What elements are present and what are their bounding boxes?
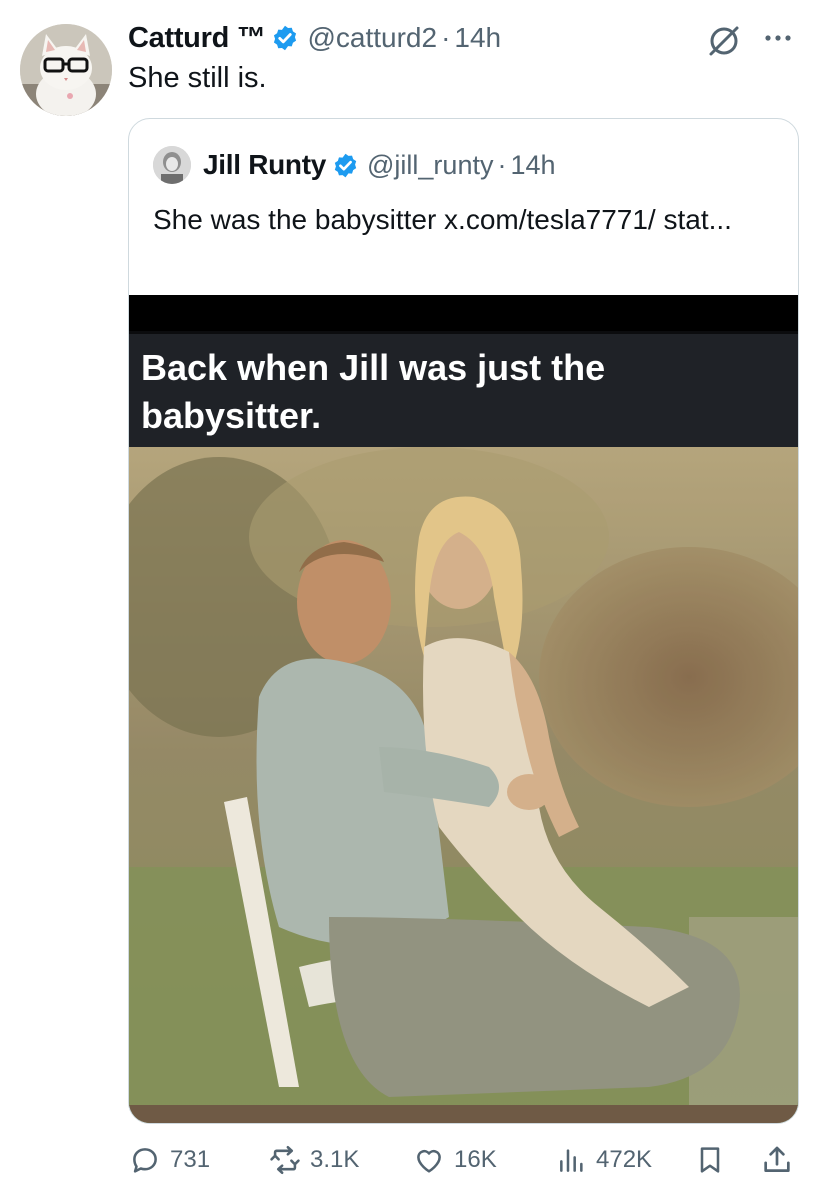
like-count: 16K (454, 1146, 497, 1173)
quoted-tweet[interactable]: Jill Runty @jill_runty · 14h She was the… (128, 118, 799, 1124)
reply-button[interactable]: 731 (128, 1138, 210, 1182)
vintage-photo (129, 447, 798, 1123)
view-count: 472K (596, 1146, 653, 1173)
media-caption-bar: Back when Jill was just the babysitter. (129, 331, 798, 447)
quoted-author-avatar[interactable] (153, 146, 191, 184)
reply-icon (133, 1148, 157, 1173)
verified-badge-icon (332, 152, 359, 179)
tweet-action-bar: 731 3.1K 16K 472K (128, 1138, 799, 1182)
tweet-timestamp[interactable]: 14h (454, 22, 501, 54)
author-handle[interactable]: @catturd2 (307, 22, 437, 54)
like-icon (417, 1149, 441, 1173)
separator-dot: · (441, 22, 451, 53)
more-icon[interactable] (760, 24, 796, 52)
share-button[interactable] (760, 1138, 794, 1182)
repost-icon (270, 1145, 300, 1175)
views-icon (560, 1149, 583, 1172)
quoted-author-handle[interactable]: @jill_runty (367, 150, 493, 181)
bookmark-icon (700, 1147, 720, 1173)
like-button[interactable]: 16K (412, 1138, 497, 1182)
share-icon (764, 1146, 790, 1172)
separator-dot: · (497, 149, 507, 180)
verified-badge-icon (271, 24, 299, 52)
quoted-tweet-text: She was the babysitter x.com/tesla7771/ … (153, 204, 732, 235)
tweet-text: She still is. (128, 62, 267, 94)
quoted-timestamp[interactable]: 14h (510, 150, 555, 181)
quoted-author-name[interactable]: Jill Runty (203, 149, 326, 181)
author-name[interactable]: Catturd ™ (128, 22, 266, 55)
author-avatar[interactable] (20, 24, 112, 116)
views-button[interactable]: 472K (556, 1138, 652, 1182)
media-caption: Back when Jill was just the babysitter. (141, 347, 606, 436)
repost-button[interactable]: 3.1K (268, 1138, 359, 1182)
reply-count: 731 (170, 1146, 211, 1173)
grok-icon[interactable] (705, 22, 743, 60)
tweet-header: Catturd ™ @catturd2 · 14h (128, 18, 501, 58)
bookmark-button[interactable] (694, 1138, 726, 1182)
quoted-tweet-header: Jill Runty @jill_runty · 14h (153, 145, 556, 185)
quoted-media[interactable]: Back when Jill was just the babysitter. (129, 295, 798, 1123)
repost-count: 3.1K (310, 1146, 360, 1173)
